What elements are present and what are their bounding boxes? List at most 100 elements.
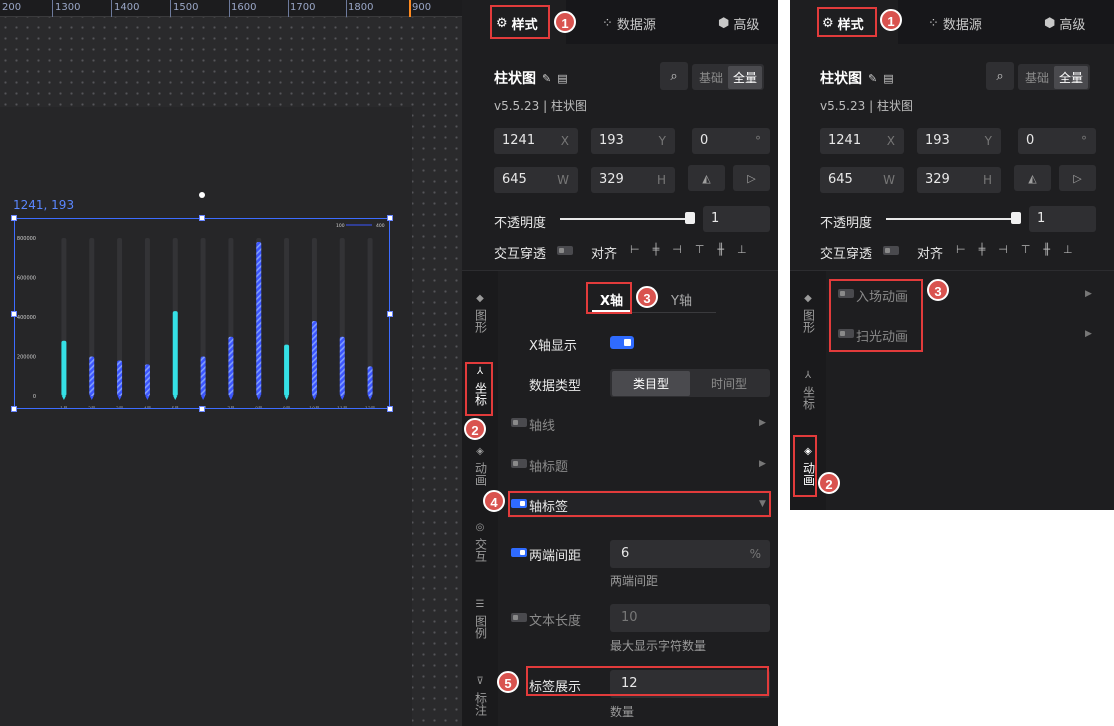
text-length-toggle[interactable]: [511, 613, 527, 622]
opacity-slider-knob[interactable]: [685, 212, 695, 224]
mode-option-basic[interactable]: 基础: [1020, 66, 1054, 89]
data-type-time[interactable]: 时间型: [690, 371, 768, 396]
side-nav-animation[interactable]: ◈ 动画: [462, 444, 498, 490]
side-nav-interaction[interactable]: ◎ 交互: [462, 520, 498, 566]
mode-option-basic[interactable]: 基础: [694, 66, 728, 89]
side-nav-legend[interactable]: ☰ 图例: [462, 597, 498, 643]
passthrough-toggle[interactable]: [883, 246, 899, 255]
step-badge: 1: [554, 11, 576, 33]
tab-y-axis[interactable]: Y轴: [671, 290, 692, 309]
opacity-field[interactable]: 1: [703, 206, 770, 232]
step-badge: 2: [464, 418, 486, 440]
dots-icon: ⁘: [602, 16, 613, 31]
y-position-field[interactable]: 193 Y: [917, 128, 1001, 154]
width-field[interactable]: 645 W: [494, 167, 578, 193]
align-right-icon[interactable]: ⊣: [672, 243, 682, 256]
align-top-icon[interactable]: ⊤: [695, 243, 705, 256]
search-button[interactable]: ⌕: [986, 62, 1014, 90]
document-icon[interactable]: ▤: [883, 72, 893, 85]
align-center-icon[interactable]: ╪: [653, 243, 660, 256]
annotation-box-animations: [829, 279, 923, 352]
passthrough-toggle[interactable]: [557, 246, 573, 255]
axis-line-section[interactable]: 轴线: [529, 415, 555, 434]
padding-hint: 两端间距: [610, 574, 659, 588]
flip-horizontal-button[interactable]: ◭: [1014, 165, 1051, 191]
axis-line-toggle[interactable]: [511, 418, 527, 427]
resize-handle-ne[interactable]: [387, 215, 393, 221]
ruler-tick-label: 1600: [231, 2, 257, 13]
annotation-box-label-count: [526, 666, 769, 696]
opacity-slider-knob[interactable]: [1011, 212, 1021, 224]
edit-pencil-icon[interactable]: ✎: [542, 72, 551, 85]
mode-switch[interactable]: 基础 全量: [692, 64, 765, 90]
resize-handle-nw[interactable]: [11, 215, 17, 221]
align-left-icon[interactable]: ⊢: [956, 243, 966, 256]
tab-advanced[interactable]: ⬢ 高级: [1044, 14, 1085, 33]
design-canvas[interactable]: 200 1300 1400 1500 1600 1700 1800 900 12…: [0, 0, 462, 726]
align-middle-icon[interactable]: ╫: [1043, 243, 1050, 256]
mode-option-full[interactable]: 全量: [728, 65, 763, 89]
mode-switch[interactable]: 基础 全量: [1018, 64, 1091, 90]
tab-data-source[interactable]: ⁘ 数据源: [602, 14, 656, 33]
align-bottom-icon[interactable]: ⊥: [737, 243, 747, 256]
document-icon[interactable]: ▤: [557, 72, 567, 85]
resize-handle-e[interactable]: [387, 311, 393, 317]
side-nav-coordinate[interactable]: ⅄ 坐标: [790, 368, 826, 414]
version-label: v5.5.23 | 柱状图: [494, 99, 587, 113]
chevron-right-icon[interactable]: ▶: [759, 459, 766, 469]
axis-title-section[interactable]: 轴标题: [529, 456, 568, 475]
ruler-tick-label: 200: [2, 2, 22, 13]
axis-title-toggle[interactable]: [511, 459, 527, 468]
x-position-field[interactable]: 1241 X: [820, 128, 904, 154]
tab-advanced[interactable]: ⬢ 高级: [718, 14, 759, 33]
interaction-icon: ◎: [475, 522, 485, 533]
x-position-field[interactable]: 1241 X: [494, 128, 578, 154]
align-top-icon[interactable]: ⊤: [1021, 243, 1031, 256]
rotate-handle[interactable]: [199, 192, 205, 198]
align-middle-icon[interactable]: ╫: [717, 243, 724, 256]
align-bottom-icon[interactable]: ⊥: [1063, 243, 1073, 256]
rotation-field[interactable]: 0 °: [692, 128, 770, 154]
opacity-slider[interactable]: [560, 218, 690, 220]
rotation-field[interactable]: 0 °: [1018, 128, 1096, 154]
search-button[interactable]: ⌕: [660, 62, 688, 90]
chevron-right-icon[interactable]: ▶: [1085, 289, 1092, 299]
side-nav-annotation[interactable]: ⊽ 标注: [462, 674, 498, 720]
height-field[interactable]: 329 H: [591, 167, 675, 193]
resize-handle-n[interactable]: [199, 215, 205, 221]
resize-handle-w[interactable]: [11, 311, 17, 317]
side-nav-shape[interactable]: ◆ 图形: [790, 291, 826, 337]
opacity-field[interactable]: 1: [1029, 206, 1096, 232]
step-badge: 2: [818, 472, 840, 494]
opacity-slider[interactable]: [886, 218, 1016, 220]
flip-horizontal-button[interactable]: ◭: [688, 165, 725, 191]
selection-box[interactable]: [11, 215, 393, 412]
padding-toggle[interactable]: [511, 548, 527, 557]
align-label: 对齐: [591, 247, 618, 262]
data-type-switch[interactable]: 类目型 时间型: [610, 369, 770, 397]
flip-vertical-button[interactable]: ▷: [1059, 165, 1096, 191]
chevron-right-icon[interactable]: ▶: [759, 418, 766, 428]
edit-pencil-icon[interactable]: ✎: [868, 72, 877, 85]
align-center-icon[interactable]: ╪: [979, 243, 986, 256]
flip-vertical-button[interactable]: ▷: [733, 165, 770, 191]
resize-handle-sw[interactable]: [11, 406, 17, 412]
legend-icon: ☰: [475, 599, 485, 610]
text-length-field[interactable]: 10: [610, 604, 770, 632]
width-field[interactable]: 645 W: [820, 167, 904, 193]
style-panel-animation: ⚙ 样式 ⁘ 数据源 ⬢ 高级 柱状图 ✎ ▤ ⌕ 基础 全量 v5.5.23 …: [790, 0, 1114, 510]
side-nav-shape[interactable]: ◆ 图形: [462, 291, 498, 337]
padding-field[interactable]: 6 %: [610, 540, 770, 568]
height-field[interactable]: 329 H: [917, 167, 1001, 193]
resize-handle-s[interactable]: [199, 406, 205, 412]
component-title: 柱状图 ✎ ▤: [820, 71, 894, 87]
mode-option-full[interactable]: 全量: [1054, 65, 1089, 89]
align-left-icon[interactable]: ⊢: [630, 243, 640, 256]
data-type-category[interactable]: 类目型: [612, 370, 690, 396]
y-position-field[interactable]: 193 Y: [591, 128, 675, 154]
resize-handle-se[interactable]: [387, 406, 393, 412]
x-axis-show-toggle[interactable]: [610, 336, 634, 349]
chevron-right-icon[interactable]: ▶: [1085, 329, 1092, 339]
tab-data-source[interactable]: ⁘ 数据源: [928, 14, 982, 33]
align-right-icon[interactable]: ⊣: [998, 243, 1008, 256]
